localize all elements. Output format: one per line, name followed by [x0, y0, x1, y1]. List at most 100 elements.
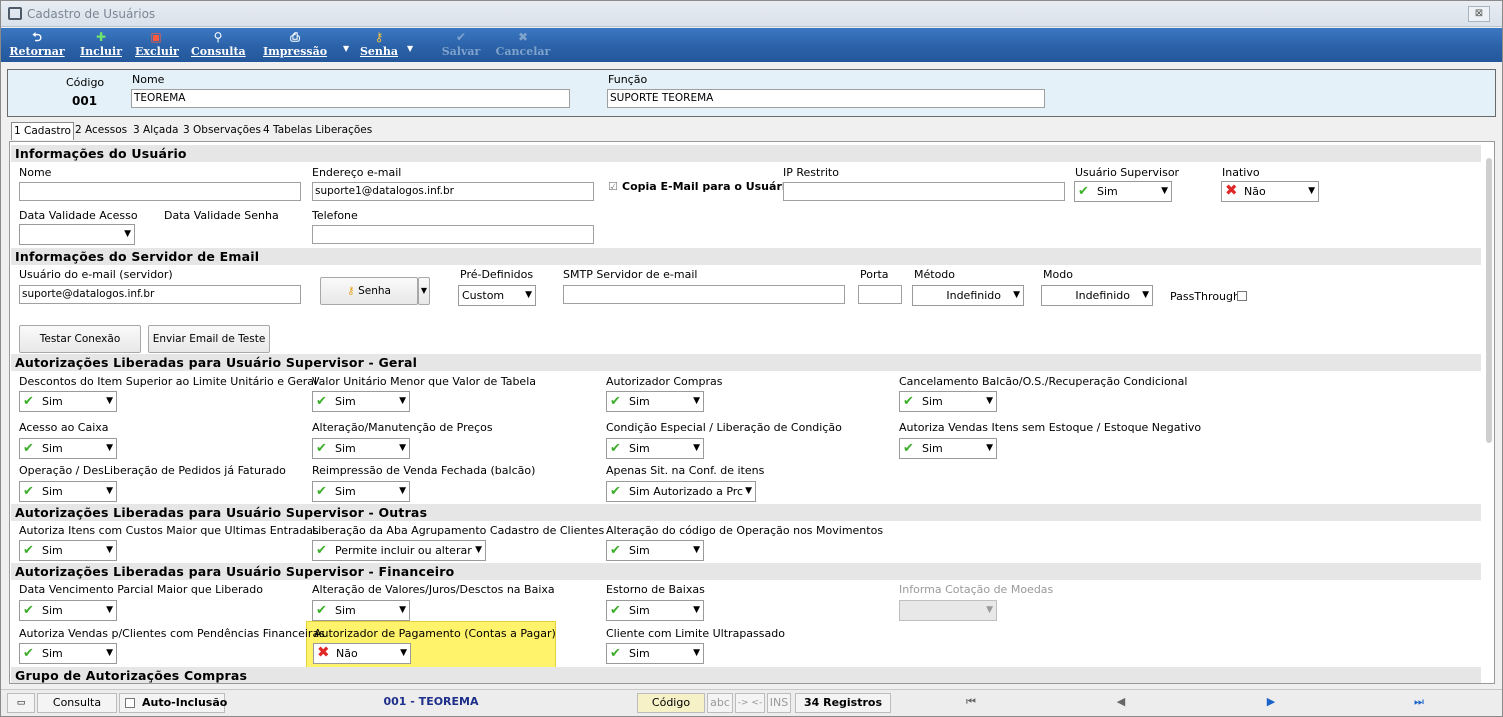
outras-item-dropdown[interactable]: ✔ Sim ▼: [19, 540, 117, 561]
order-field[interactable]: Código: [637, 693, 705, 713]
tab-cadastro[interactable]: 1 Cadastro: [11, 122, 74, 140]
outras-item-dropdown[interactable]: ✔ Sim ▼: [606, 540, 704, 561]
chevron-down-icon: ▼: [399, 486, 406, 496]
delete-icon: ▣: [150, 30, 162, 44]
chevron-down-icon: ▼: [1142, 290, 1149, 300]
key-icon: ⚷: [347, 285, 355, 297]
predef-dropdown[interactable]: Custom ▼: [458, 285, 536, 306]
geral-item-dropdown[interactable]: ✔ Sim ▼: [312, 438, 410, 459]
codigo-label: Código: [66, 76, 105, 89]
chevron-down-icon: ▼: [124, 229, 131, 239]
tab-tabelas-liberacoes[interactable]: 4 Tabelas Liberações: [261, 122, 374, 140]
metodo-dropdown[interactable]: Indefinido ▼: [912, 285, 1024, 306]
passthrough-label: PassThrough: [1170, 290, 1240, 303]
plus-icon: ✚: [95, 30, 107, 44]
financeiro-item-dropdown[interactable]: ✖ Não ▼: [313, 643, 411, 664]
geral-item-dropdown[interactable]: ✔ Sim Autorizado a Prc ▼: [606, 481, 756, 502]
porta-input[interactable]: [858, 285, 902, 304]
impressao-dropdown-arrow[interactable]: ▼: [343, 44, 349, 53]
testar-conexao-button[interactable]: Testar Conexão: [19, 325, 141, 353]
geral-item-label: Autoriza Vendas Itens sem Estoque / Esto…: [899, 421, 1202, 434]
modo-dropdown[interactable]: Indefinido ▼: [1041, 285, 1153, 306]
financeiro-item-label: Cliente com Limite Ultrapassado: [606, 627, 785, 640]
senha-email-button[interactable]: ⚷ Senha: [320, 277, 418, 305]
senha-email-dropdown[interactable]: ▼: [418, 277, 430, 305]
cross-icon: ✖: [317, 643, 330, 661]
geral-item-label: Apenas Sit. na Conf. de itens: [606, 464, 765, 477]
retornar-button[interactable]: ⮌ Retornar: [9, 30, 65, 60]
salvar-button[interactable]: ✔ Salvar: [437, 30, 485, 60]
servidor-usuario-input[interactable]: suporte@datalogos.inf.br: [19, 285, 301, 304]
check-icon: ✔: [23, 394, 34, 409]
nav-next-button[interactable]: ▶: [1201, 693, 1341, 713]
geral-item-dropdown[interactable]: ✔ Sim ▼: [606, 391, 704, 412]
keyboard-icon: ▭: [7, 693, 35, 713]
chevron-down-icon: ▼: [986, 396, 993, 406]
validade-acesso-dropdown[interactable]: ▼: [19, 224, 135, 245]
check-icon: ✔: [316, 394, 327, 409]
impressao-button[interactable]: ⎙ Impressão: [261, 30, 329, 60]
ip-input[interactable]: [783, 182, 1065, 201]
chevron-down-icon: ▼: [106, 605, 113, 615]
financeiro-item-dropdown[interactable]: ✔ Sim ▼: [606, 600, 704, 621]
close-button[interactable]: ⊠: [1468, 6, 1490, 22]
geral-item-dropdown[interactable]: ✔ Sim ▼: [312, 481, 410, 502]
copia-label: Copia E-Mail para o Usuário: [622, 180, 794, 193]
check-icon: ✔: [455, 30, 467, 44]
ins-indicator: INS: [767, 693, 791, 713]
geral-item-dropdown[interactable]: ✔ Sim ▼: [19, 438, 117, 459]
telefone-input[interactable]: [312, 225, 594, 244]
senha-button[interactable]: ⚷ Senha: [357, 30, 401, 60]
nome-input[interactable]: TEOREMA: [131, 89, 570, 108]
geral-item-dropdown[interactable]: ✔ Sim ▼: [19, 391, 117, 412]
usuario-nome-input[interactable]: [19, 182, 301, 201]
outras-item-dropdown[interactable]: ✔ Permite incluir ou alterar ▼: [312, 540, 486, 561]
enviar-email-teste-button[interactable]: Enviar Email de Teste: [148, 325, 270, 353]
tab-alcada[interactable]: 3 Alçada: [131, 122, 180, 140]
geral-item-label: Alteração/Manutenção de Preços: [312, 421, 493, 434]
financeiro-item-dropdown[interactable]: ✔ Sim ▼: [19, 600, 117, 621]
geral-item-dropdown[interactable]: ✔ Sim ▼: [19, 481, 117, 502]
geral-item-dropdown[interactable]: ✔ Sim ▼: [899, 438, 997, 459]
nav-first-button[interactable]: ⏮: [901, 693, 1041, 713]
supervisor-label: Usuário Supervisor: [1075, 166, 1180, 179]
cancelar-button[interactable]: ✖ Cancelar: [495, 30, 551, 60]
chevron-down-icon: ▼: [986, 605, 993, 615]
inativo-dropdown[interactable]: ✖ Não ▼: [1221, 181, 1319, 202]
copia-checkbox[interactable]: ☑: [608, 180, 618, 193]
funcao-input[interactable]: SUPORTE TEOREMA: [607, 89, 1045, 108]
nav-last-button[interactable]: ⏭: [1349, 693, 1489, 713]
geral-item-dropdown[interactable]: ✔ Sim ▼: [606, 438, 704, 459]
financeiro-item-label: Data Vencimento Parcial Maior que Libera…: [19, 583, 263, 596]
form-panel: Informações do Usuário Nome Endereço e-m…: [9, 141, 1495, 684]
email-input[interactable]: suporte1@datalogos.inf.br: [312, 182, 594, 201]
tab-observacoes[interactable]: 3 Observações: [181, 122, 263, 140]
section-geral: Autorizações Liberadas para Usuário Supe…: [11, 354, 1481, 371]
smtp-input[interactable]: [563, 285, 845, 304]
chevron-down-icon: ▼: [693, 545, 700, 555]
geral-item-dropdown[interactable]: ✔ Sim ▼: [312, 391, 410, 412]
auto-inclusao-checkbox[interactable]: [125, 698, 135, 708]
chevron-down-icon: ▼: [1308, 186, 1315, 196]
consulta-button[interactable]: ⚲ Consulta: [191, 30, 246, 60]
financeiro-item-dropdown[interactable]: ✔ Sim ▼: [312, 600, 410, 621]
geral-item-dropdown[interactable]: ✔ Sim ▼: [899, 391, 997, 412]
tab-acessos[interactable]: 2 Acessos: [73, 122, 129, 140]
vertical-scrollbar[interactable]: [1486, 158, 1492, 443]
financeiro-item-dropdown[interactable]: ✔ Sim ▼: [606, 643, 704, 664]
financeiro-item-dropdown[interactable]: ▼: [899, 600, 997, 621]
section-usuario: Informações do Usuário: [11, 145, 1481, 162]
supervisor-dropdown[interactable]: ✔ Sim ▼: [1074, 181, 1172, 202]
nav-prev-button[interactable]: ◀: [1051, 693, 1191, 713]
financeiro-item-dropdown[interactable]: ✔ Sim ▼: [19, 643, 117, 664]
excluir-button[interactable]: ▣ Excluir: [135, 30, 179, 60]
senha-dropdown-arrow[interactable]: ▼: [407, 44, 413, 53]
incluir-button[interactable]: ✚ Incluir: [79, 30, 123, 60]
geral-item-label: Condição Especial / Liberação de Condiçã…: [606, 421, 842, 434]
chevron-down-icon: ▼: [693, 396, 700, 406]
current-record: 001 - TEOREMA: [383, 695, 479, 708]
geral-item-label: Autorizador Compras: [606, 375, 723, 388]
abc-indicator: abc: [707, 693, 733, 713]
record-count: 34 Registros: [795, 693, 891, 713]
passthrough-checkbox[interactable]: [1237, 291, 1247, 301]
